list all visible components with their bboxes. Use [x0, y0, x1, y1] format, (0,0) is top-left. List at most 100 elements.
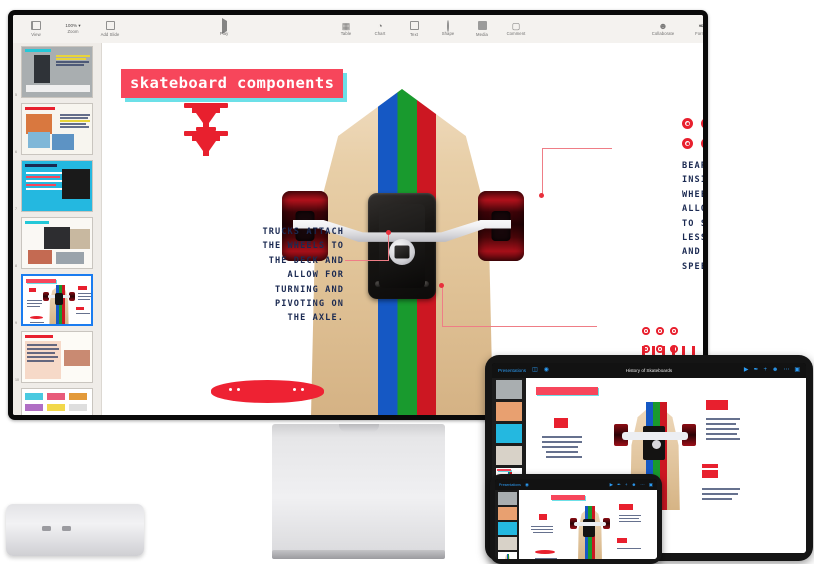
nut-icon [656, 327, 664, 335]
collaborate-button[interactable]: ☻ Collaborate [641, 21, 685, 37]
slide-thumbnail-11[interactable]: 11 [21, 388, 95, 415]
ipad-thumbnail[interactable] [496, 446, 522, 465]
add-slide-icon [105, 20, 115, 32]
slide-number: 8 [15, 264, 17, 268]
ipad-back-button[interactable]: Presentations [498, 368, 526, 373]
format-button[interactable]: ✒ Format [685, 21, 703, 37]
ipad-document-title: History of Skateboards [625, 368, 673, 373]
play-icon [221, 18, 227, 34]
more-icon[interactable]: ⋯ [783, 367, 789, 374]
iphone-thumbnail[interactable] [497, 507, 517, 520]
slide-number: 7 [15, 207, 17, 211]
callout-dot-bearings [539, 193, 544, 198]
view-button[interactable]: View [19, 20, 53, 38]
comment-icon: ▢ [511, 21, 521, 31]
media-button[interactable]: Media [465, 20, 499, 38]
insert-icon[interactable]: + [763, 367, 767, 374]
slide-thumbnail-8[interactable]: 8 [15, 217, 95, 269]
media-icon [477, 20, 487, 32]
slide-thumbnail-7[interactable]: 7 [15, 160, 95, 212]
iphone-toolbar: Presentations ◉ ▶ ✒ + ☻ ⋯ ▣ [495, 479, 657, 490]
mini-slide [22, 104, 92, 154]
bearing-icon [682, 118, 693, 129]
insert-icon[interactable]: + [625, 481, 628, 488]
shape-label: Shape [441, 31, 455, 36]
callout-line-bearings [542, 148, 612, 150]
iphone-thumbnail-selected[interactable] [497, 552, 517, 559]
iphone-thumbnail[interactable] [497, 522, 517, 535]
iphone-thumbnail[interactable] [497, 537, 517, 550]
slide-number: 5 [15, 93, 17, 97]
format-label: Format [695, 31, 703, 36]
mini-slide [22, 161, 92, 211]
deck-icon-hole [293, 388, 297, 392]
baseplate-screw [375, 281, 381, 287]
shape-button[interactable]: Shape [431, 20, 465, 37]
bearing-icon [682, 138, 693, 149]
add-slide-button[interactable]: Add Slide [93, 20, 127, 38]
more-icon[interactable]: ⋯ [640, 481, 645, 488]
text-label: Text [409, 31, 419, 37]
add-slide-label: Add Slide [100, 31, 120, 37]
ipad-thumbnail[interactable] [496, 402, 522, 421]
mini-slide [22, 332, 92, 382]
navigator-toggle-icon[interactable]: ◉ [525, 481, 529, 488]
chart-button[interactable]: ◔ Chart [363, 21, 397, 37]
ipad-toolbar-right: ▶ ✒ + ☻ ⋯ ▣ [744, 367, 800, 374]
navigator-toggle-icon[interactable]: ◫ [532, 367, 538, 374]
play-icon[interactable]: ▶ [610, 481, 613, 488]
deck-icon-hole [229, 388, 233, 392]
slide-thumbnail-10[interactable]: 10 [15, 331, 95, 383]
collaborate-icon[interactable]: ☻ [772, 367, 778, 374]
slide-number: 10 [15, 378, 19, 382]
mac-studio-device [6, 504, 144, 556]
slide-navigator[interactable]: 5 6 7 8 9 10 [13, 43, 102, 415]
ipad-thumbnail[interactable] [496, 424, 522, 443]
iphone-slide-canvas[interactable] [519, 490, 657, 559]
view-panel-icon [31, 20, 41, 32]
callout-dot-trucks [386, 230, 391, 235]
trucks-callout-text[interactable]: TRUCKS ATTACH THE WHEELS TO THE DECK AND… [218, 225, 344, 326]
iphone-screen: Presentations ◉ ▶ ✒ + ☻ ⋯ ▣ [495, 479, 657, 559]
iphone-back-button[interactable]: Presentations [499, 483, 521, 487]
play-button[interactable]: Play [207, 18, 241, 37]
kingpin-nut [389, 239, 415, 265]
iphone-thumbnail[interactable] [497, 492, 517, 505]
iphone-slide-navigator[interactable] [495, 490, 519, 559]
thumbnail-canvas [21, 274, 93, 326]
format-brush-icon[interactable]: ✒ [617, 481, 621, 488]
zoom-icon[interactable]: ◉ [544, 367, 549, 374]
text-icon [409, 20, 419, 32]
chart-label: Chart [374, 31, 386, 36]
text-button[interactable]: Text [397, 20, 431, 38]
nut-icon [670, 327, 678, 335]
table-button[interactable]: ▦ Table [329, 21, 363, 37]
display-stand [272, 424, 445, 558]
bearings-callout-text[interactable]: BEARINGS FIT INSIDE THE WHEELS AND ALLOW… [682, 159, 703, 274]
play-icon[interactable]: ▶ [744, 367, 749, 374]
slide-thumbnail-9-selected[interactable]: 9 [15, 274, 95, 326]
document-icon[interactable]: ▣ [649, 481, 653, 488]
ipad-toolbar-left: Presentations ◫ ◉ [498, 367, 549, 374]
callout-line-trucks [345, 260, 389, 262]
slide-thumbnail-6[interactable]: 6 [15, 103, 95, 155]
thumbnail-canvas [21, 46, 93, 98]
comment-button[interactable]: ▢ Comment [499, 21, 533, 37]
bearing-icon-group [680, 116, 703, 156]
collaborate-label: Collaborate [651, 31, 675, 36]
thumbnail-canvas [21, 217, 93, 269]
callout-line-screws [442, 326, 597, 328]
document-icon[interactable]: ▣ [794, 367, 800, 374]
chart-icon: ◔ [377, 21, 383, 31]
collaborate-icon[interactable]: ☻ [631, 481, 636, 488]
ipad-thumbnail[interactable] [496, 380, 522, 399]
truck-icon [184, 103, 228, 156]
format-brush-icon[interactable]: ✒ [753, 367, 758, 374]
deck-icon [211, 380, 324, 403]
zoom-control[interactable]: 100% ▾ Zoom [53, 23, 93, 35]
thumbnail-canvas [21, 388, 93, 415]
thumbnail-canvas [21, 160, 93, 212]
slide-thumbnail-5[interactable]: 5 [15, 46, 95, 98]
toolbar-right-group: ✒ Format ◈ Animate Document [685, 21, 703, 38]
slide-number: 6 [15, 150, 17, 154]
